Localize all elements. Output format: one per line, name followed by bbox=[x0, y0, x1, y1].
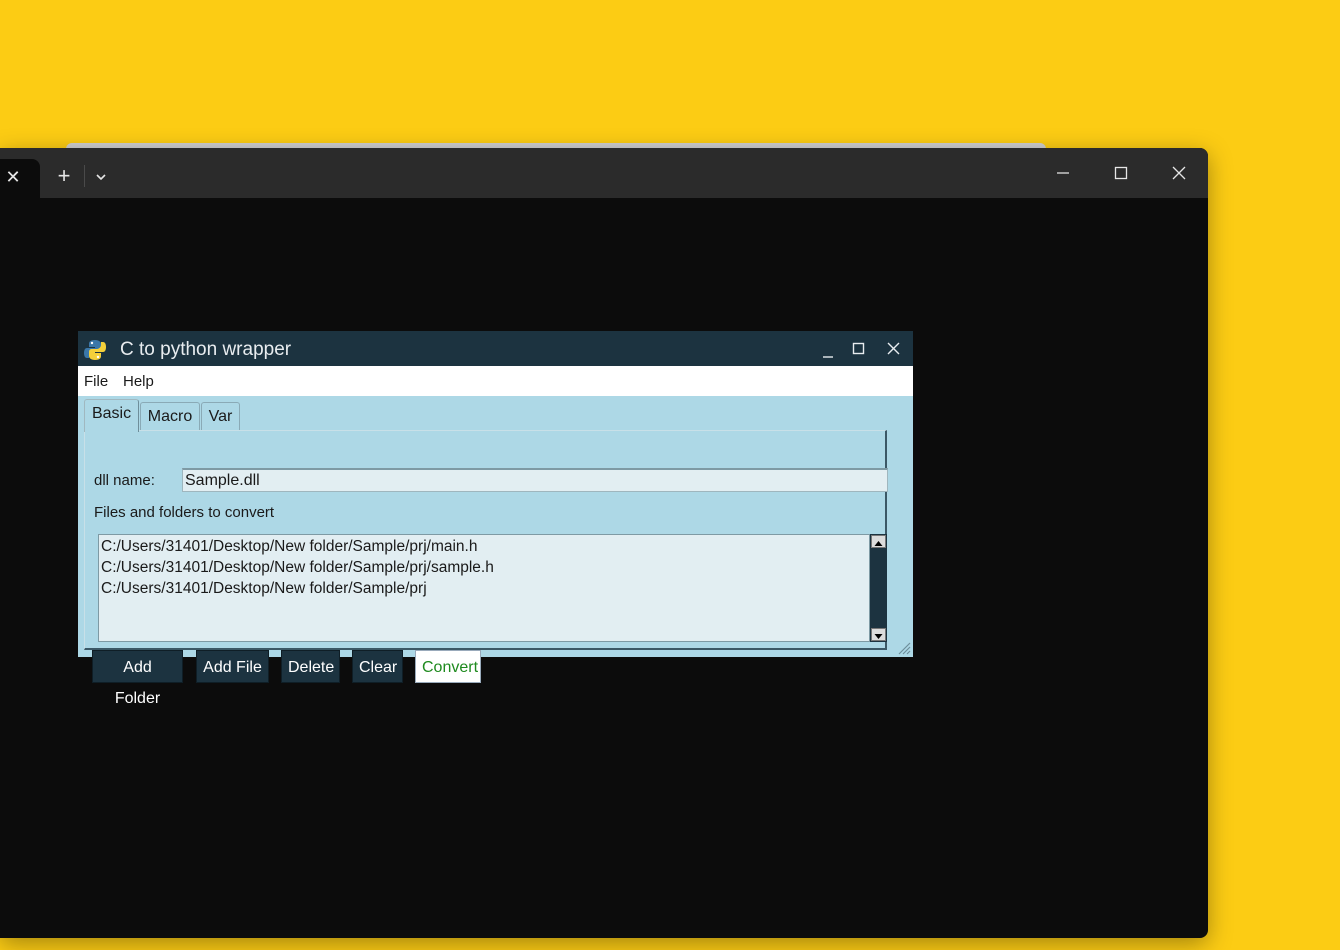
tab-basic[interactable]: Basic bbox=[84, 399, 139, 432]
app-title: C to python wrapper bbox=[120, 339, 292, 360]
menu-bar: File Help bbox=[78, 366, 913, 396]
new-tab-icon[interactable]: + bbox=[54, 165, 74, 187]
app-maximize-icon[interactable] bbox=[848, 339, 870, 359]
resize-grip-icon[interactable] bbox=[895, 639, 911, 655]
app-title-bar[interactable]: C to python wrapper bbox=[78, 331, 913, 366]
chevron-down-icon[interactable] bbox=[92, 169, 110, 185]
tab-macro[interactable]: Macro bbox=[140, 402, 200, 430]
listbox-scrollbar[interactable] bbox=[870, 534, 887, 642]
menu-file[interactable]: File bbox=[84, 373, 108, 390]
list-item[interactable]: C:/Users/31401/Desktop/New folder/Sample… bbox=[101, 559, 494, 577]
python-logo-icon bbox=[84, 339, 106, 361]
add-file-button[interactable]: Add File bbox=[196, 650, 269, 683]
add-folder-button[interactable]: Add Folder bbox=[92, 650, 183, 707]
files-label: Files and folders to convert bbox=[94, 504, 275, 521]
scroll-up-icon[interactable] bbox=[871, 535, 886, 548]
terminal-tab[interactable]: ✕ bbox=[0, 159, 40, 198]
tab-close-icon[interactable]: ✕ bbox=[4, 168, 22, 186]
list-item[interactable]: C:/Users/31401/Desktop/New folder/Sample… bbox=[101, 580, 427, 598]
tab-var[interactable]: Var bbox=[201, 402, 240, 430]
maximize-icon[interactable] bbox=[1106, 160, 1136, 186]
app-minimize-icon[interactable] bbox=[818, 339, 840, 359]
files-listbox[interactable]: C:/Users/31401/Desktop/New folder/Sample… bbox=[98, 534, 870, 642]
close-icon[interactable] bbox=[1164, 160, 1194, 186]
dll-name-label: dll name: bbox=[94, 472, 155, 489]
scroll-down-icon[interactable] bbox=[871, 628, 886, 641]
dll-name-field[interactable] bbox=[182, 468, 888, 492]
delete-button[interactable]: Delete bbox=[281, 650, 340, 683]
app-close-icon[interactable] bbox=[883, 339, 905, 359]
basic-tab-panel: dll name: Files and folders to convert C… bbox=[84, 430, 888, 707]
clear-button[interactable]: Clear bbox=[352, 650, 403, 683]
terminal-title-bar: ✕ + bbox=[0, 148, 1208, 198]
minimize-icon[interactable] bbox=[1048, 160, 1078, 186]
c-to-python-wrapper-window: C to python wrapper File Help Basic Macr… bbox=[78, 331, 913, 707]
menu-help[interactable]: Help bbox=[123, 373, 154, 390]
list-item[interactable]: C:/Users/31401/Desktop/New folder/Sample… bbox=[101, 538, 477, 556]
convert-button[interactable]: Convert bbox=[415, 650, 481, 683]
tab-divider bbox=[84, 165, 85, 187]
notebook: Basic Macro Var dll name: Files and fold… bbox=[78, 396, 913, 707]
